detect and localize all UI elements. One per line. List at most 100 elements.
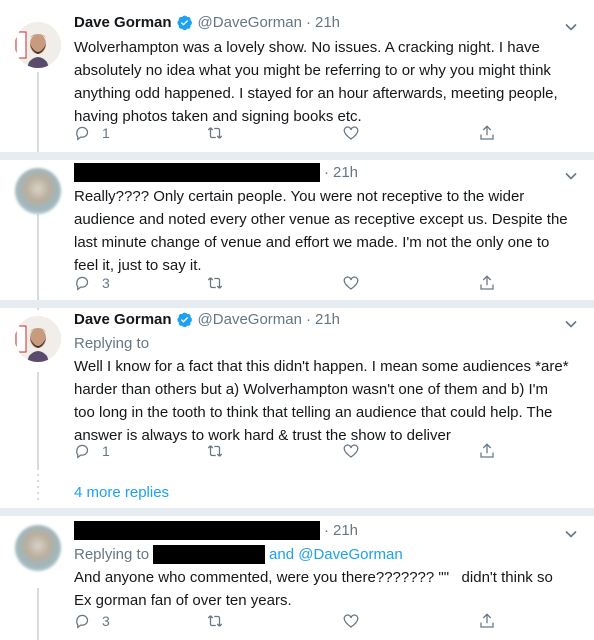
avatar[interactable] xyxy=(15,168,61,214)
heart-icon xyxy=(343,126,359,140)
avatar[interactable] xyxy=(15,316,61,362)
chevron-down-icon[interactable] xyxy=(564,20,578,34)
reply-count: 3 xyxy=(102,613,110,629)
like-button[interactable] xyxy=(342,124,360,142)
tweet-actions: 1 xyxy=(74,124,504,146)
chevron-down-icon[interactable] xyxy=(564,527,578,541)
avatar[interactable] xyxy=(15,525,61,571)
tweet-text-line: And anyone who commented, were you there… xyxy=(74,569,553,586)
reply-icon xyxy=(76,276,89,291)
tweet-text-line: absolutely no idea what you might be ref… xyxy=(74,62,551,79)
tweet-actions: 1 xyxy=(74,442,504,464)
heart-icon xyxy=(343,444,359,458)
like-button[interactable] xyxy=(342,612,360,630)
separator-dot: · xyxy=(324,522,329,539)
replying-to-label: Replying to xyxy=(74,335,150,352)
author-handle[interactable]: @DaveGorman xyxy=(198,311,302,328)
tweet-text-line: harder than others but a) Wolverhampton … xyxy=(74,381,549,398)
retweet-button[interactable] xyxy=(206,124,224,142)
reply-icon xyxy=(76,444,89,459)
redacted-name xyxy=(74,521,320,540)
chevron-down-icon[interactable] xyxy=(564,317,578,331)
share-button[interactable] xyxy=(478,612,496,630)
share-icon xyxy=(480,613,494,628)
avatar-image xyxy=(15,316,61,362)
verified-badge-icon xyxy=(176,15,192,31)
author-handle[interactable]: @DaveGorman xyxy=(198,14,302,31)
reply-button[interactable]: 3 xyxy=(74,274,110,292)
replying-to: Replying to and @DaveGorman xyxy=(74,545,403,564)
tweet-text: Really???? Only certain people. You were… xyxy=(74,185,580,277)
tweet-text: And anyone who commented, were you there… xyxy=(74,566,580,612)
replying-to: Replying to xyxy=(74,334,149,353)
tweet-header: · 21h xyxy=(74,521,358,540)
thread-line-dotted xyxy=(37,474,39,504)
tweet-text-line: Really???? Only certain people. You were… xyxy=(74,188,525,205)
share-button[interactable] xyxy=(478,442,496,460)
avatar-image xyxy=(15,22,61,68)
divider xyxy=(0,152,594,160)
retweet-icon xyxy=(207,127,223,139)
tweet-text: Well I know for a fact that this didn't … xyxy=(74,355,580,447)
heart-icon xyxy=(343,614,359,628)
share-icon xyxy=(480,443,494,458)
tweet-text-line: Wolverhampton was a lovely show. No issu… xyxy=(74,39,540,56)
separator-dot: · xyxy=(305,311,311,328)
tweet-text-line: audience and noted every other venue as … xyxy=(74,211,568,228)
replying-to-label: Replying to xyxy=(74,546,150,563)
thread-line xyxy=(37,72,39,152)
share-button[interactable] xyxy=(478,274,496,292)
tweet-header: Dave Gorman @DaveGorman · 21h xyxy=(74,311,340,328)
timestamp[interactable]: 21h xyxy=(333,164,358,181)
reply-count: 1 xyxy=(102,443,110,459)
like-button[interactable] xyxy=(342,442,360,460)
retweet-icon xyxy=(207,445,223,457)
tweet-text-line: too long in the tooth to think that tell… xyxy=(74,404,553,421)
tweet-text-line: Ex gorman fan of over ten years. xyxy=(74,592,292,609)
share-button[interactable] xyxy=(478,124,496,142)
author-name[interactable]: Dave Gorman xyxy=(74,311,172,328)
tweet-actions: 3 xyxy=(74,612,504,634)
share-icon xyxy=(480,275,494,290)
retweet-icon xyxy=(207,615,223,627)
author-name[interactable]: Dave Gorman xyxy=(74,14,172,31)
verified-badge-icon xyxy=(176,312,192,328)
heart-icon xyxy=(343,276,359,290)
tweet-header: Dave Gorman @DaveGorman · 21h xyxy=(74,14,340,31)
retweet-icon xyxy=(207,277,223,289)
reply-button[interactable]: 3 xyxy=(74,612,110,630)
timestamp[interactable]: 21h xyxy=(315,311,340,328)
reply-icon xyxy=(76,126,89,141)
tweet-text-line: last minute change of venue and effort w… xyxy=(74,234,550,251)
tweet-text-line: Well I know for a fact that this didn't … xyxy=(74,358,569,375)
redacted-name xyxy=(74,163,320,182)
reply-icon xyxy=(76,614,89,629)
tweet-text: Wolverhampton was a lovely show. No issu… xyxy=(74,36,580,128)
retweet-button[interactable] xyxy=(206,274,224,292)
chevron-down-icon[interactable] xyxy=(564,169,578,183)
thread-line xyxy=(37,214,39,310)
retweet-button[interactable] xyxy=(206,612,224,630)
retweet-button[interactable] xyxy=(206,442,224,460)
thread-line xyxy=(37,372,39,470)
divider xyxy=(0,508,594,516)
like-button[interactable] xyxy=(342,274,360,292)
share-icon xyxy=(480,125,494,140)
timestamp[interactable]: 21h xyxy=(333,522,358,539)
separator-dot: · xyxy=(324,164,329,181)
redacted-mention[interactable] xyxy=(153,545,266,564)
reply-count: 1 xyxy=(102,125,110,141)
reply-count: 3 xyxy=(102,275,110,291)
reply-button[interactable]: 1 xyxy=(74,442,110,460)
replying-to-mentions[interactable]: and @DaveGorman xyxy=(269,546,403,563)
divider xyxy=(0,300,594,308)
tweet-actions: 3 xyxy=(74,274,504,296)
timestamp[interactable]: 21h xyxy=(315,14,340,31)
more-replies-link[interactable]: 4 more replies xyxy=(74,484,169,501)
avatar[interactable] xyxy=(15,22,61,68)
tweet-header: · 21h xyxy=(74,163,358,182)
separator-dot: · xyxy=(305,14,311,31)
tweet-text-line: anything odd happened. I stayed for an h… xyxy=(74,85,558,102)
reply-button[interactable]: 1 xyxy=(74,124,110,142)
thread-line xyxy=(37,588,39,640)
